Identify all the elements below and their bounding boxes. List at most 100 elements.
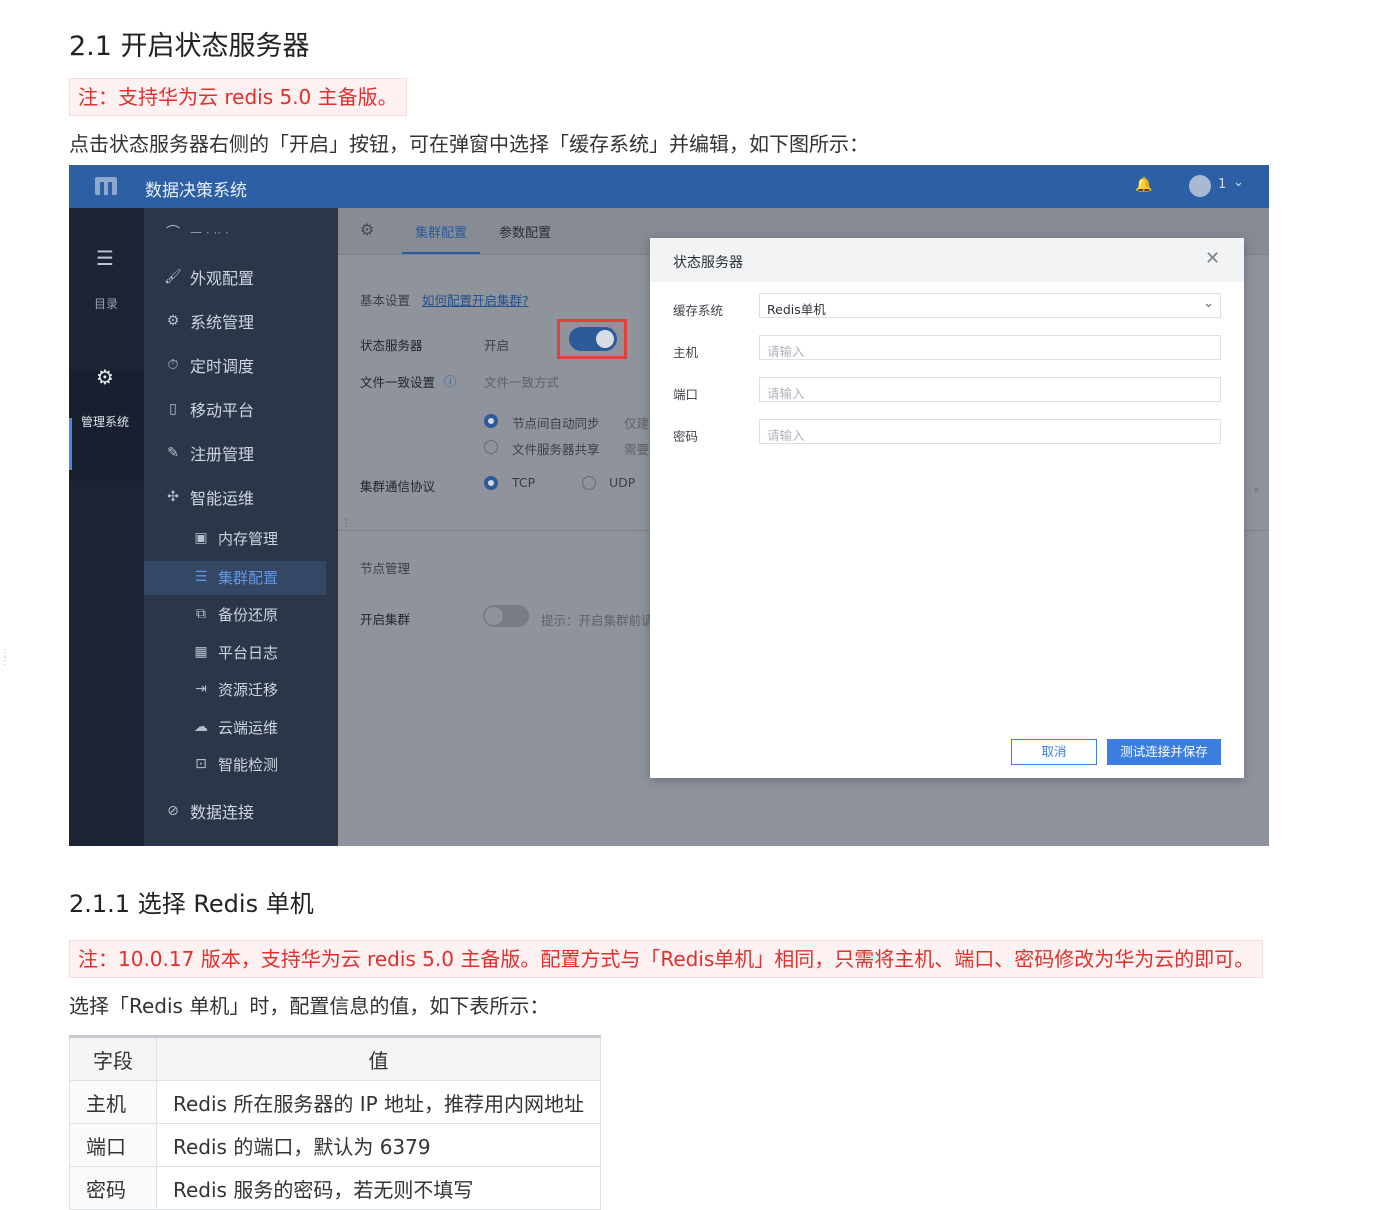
sidebar-item-appearance[interactable]: 🖌 外观配置 xyxy=(164,265,254,289)
memory-icon: ▣ xyxy=(194,530,208,546)
table-header-value: 值 xyxy=(155,1035,602,1081)
settings-icon: ⚙ xyxy=(166,313,180,329)
basic-settings-label: 基本设置 xyxy=(360,293,411,308)
app-logo-icon xyxy=(95,177,117,195)
sidebar-menu: 📌 ⌒一 · ·· · 🖌外观配置 ⚙系统管理 ⏱定时调度 ▯移动平台 ✎注册管… xyxy=(144,208,403,846)
table-header-field: 字段 xyxy=(69,1035,157,1081)
radio-udp[interactable] xyxy=(582,476,596,490)
host-input[interactable]: 请输入 xyxy=(759,335,1221,360)
app-header: 数据决策系统 🔔 1 ⌄ xyxy=(69,165,1269,208)
cluster-icon: ☰ xyxy=(194,569,208,585)
cloud-icon: ☁ xyxy=(194,719,208,735)
table-row: 端口 Redis 的端口，默认为 6379 xyxy=(69,1123,602,1167)
node-mgmt-label: 节点管理 xyxy=(360,561,411,576)
migrate-icon: ⇥ xyxy=(195,681,207,697)
radio-tcp[interactable] xyxy=(484,476,498,490)
port-input[interactable]: 请输入 xyxy=(759,377,1221,402)
sidebar-item-ops[interactable]: ✣ 智能运维 xyxy=(164,485,254,509)
table-row: 密码 Redis 服务的密码，若无则不填写 xyxy=(69,1166,602,1210)
enable-cluster-label: 开启集群 xyxy=(360,612,411,627)
paragraph-2: 选择「Redis 单机」时，配置信息的值，如下表所示： xyxy=(69,994,550,1018)
note-callout-2: 注：10.0.17 版本，支持华为云 redis 5.0 主备版。配置方式与「R… xyxy=(69,940,1264,978)
sidebar-item-mobile[interactable]: ▯ 移动平台 xyxy=(164,397,254,421)
bell-icon[interactable]: 🔔 xyxy=(1135,177,1152,193)
config-table: 字段 值 主机 Redis 所在服务器的 IP 地址，推荐用内网地址 端口 Re… xyxy=(69,1035,602,1210)
tcp-label[interactable]: TCP xyxy=(512,475,535,490)
left-rail: ☰ 目录 ⚙ 管理系统 xyxy=(69,208,144,846)
sidebar-item-detect[interactable]: ⊡ 智能检测 xyxy=(192,752,278,776)
sidebar-item-cut[interactable]: ⌒ 一 · ·· · xyxy=(164,220,229,244)
trailing-mark: 。 xyxy=(1254,479,1267,494)
test-and-save-button[interactable]: 测试连接并保存 xyxy=(1107,739,1221,765)
sidebar-item-log[interactable]: ▦ 平台日志 xyxy=(192,640,278,664)
table-row: 主机 Redis 所在服务器的 IP 地址，推荐用内网地址 xyxy=(69,1080,602,1124)
user-count[interactable]: 1 xyxy=(1218,177,1226,192)
file-mode-placeholder[interactable]: 文件一致方式 xyxy=(484,372,559,391)
gear-icon[interactable]: ⚙ xyxy=(96,365,114,389)
enable-cluster-toggle[interactable] xyxy=(483,605,529,627)
radio-share[interactable] xyxy=(484,440,498,454)
sidebar-item-cluster[interactable]: ☰ 集群配置 xyxy=(192,565,278,589)
state-server-value: 开启 xyxy=(484,338,510,353)
sidebar-item-migrate[interactable]: ⇥ 资源迁移 xyxy=(192,677,278,701)
file-consistency-label: 文件一致设置 xyxy=(360,375,436,390)
table-cell-value: Redis 所在服务器的 IP 地址，推荐用内网地址 xyxy=(155,1080,602,1124)
dialog-title: 状态服务器 xyxy=(673,255,743,271)
section-heading: 2.1 开启状态服务器 xyxy=(69,31,310,62)
host-label: 主机 xyxy=(673,345,699,360)
rail-catalog-label[interactable]: 目录 xyxy=(94,295,118,312)
table-cell-key: 端口 xyxy=(69,1123,157,1167)
state-server-label: 状态服务器 xyxy=(360,338,423,353)
drag-handle[interactable]: ⋮ xyxy=(341,518,351,529)
chevron-down-icon: ⌄ xyxy=(1203,296,1214,311)
info-icon[interactable]: ⓘ xyxy=(444,371,457,390)
backup-icon: ⧉ xyxy=(196,606,206,622)
sidebar-item-memory[interactable]: ▣ 内存管理 xyxy=(192,526,278,550)
option-share-hint: 需要 xyxy=(624,442,650,457)
table-header-row: 字段 值 xyxy=(69,1035,602,1081)
side-resize-handle[interactable]: ⋮ ⋮ xyxy=(0,649,10,667)
table-cell-key: 密码 xyxy=(69,1166,157,1210)
table-cell-value: Redis 服务的密码，若无则不填写 xyxy=(155,1166,602,1210)
sidebar-item-backup[interactable]: ⧉ 备份还原 xyxy=(192,602,278,626)
rail-manage-label[interactable]: 管理系统 xyxy=(81,413,129,430)
paragraph: 点击状态服务器右侧的「开启」按钮，可在弹窗中选择「缓存系统」并编辑，如下图所示： xyxy=(69,132,869,156)
how-to-link[interactable]: 如何配置开启集群? xyxy=(422,290,529,309)
udp-label[interactable]: UDP xyxy=(609,475,635,490)
sidebar-item-system[interactable]: ⚙ 系统管理 xyxy=(164,309,254,333)
cache-system-select[interactable]: Redis单机 ⌄ xyxy=(759,293,1221,318)
option-sync-hint: 仅建 xyxy=(624,416,650,431)
radio-sync[interactable] xyxy=(484,414,498,428)
password-input[interactable]: 请输入 xyxy=(759,419,1221,444)
sidebar-item-register[interactable]: ✎ 注册管理 xyxy=(164,441,254,465)
app-title: 数据决策系统 xyxy=(145,181,247,201)
table-cell-key: 主机 xyxy=(69,1080,157,1124)
chevron-down-icon[interactable]: ⌄ xyxy=(1233,175,1244,190)
network-icon: ✣ xyxy=(167,489,179,505)
embedded-screenshot: 数据决策系统 🔔 1 ⌄ ☰ 目录 ⚙ 管理系统 📌 ⌒一 · ·· · 🖌外观… xyxy=(69,165,1269,846)
tab-param-config[interactable]: 参数配置 xyxy=(499,222,551,241)
state-server-dialog: 状态服务器 ✕ 缓存系统 Redis单机 ⌄ 主机 请输入 端口 请输入 密码 … xyxy=(650,238,1244,778)
active-tab-underline xyxy=(402,252,480,254)
cancel-button[interactable]: 取消 xyxy=(1011,739,1097,765)
tab-cluster-config[interactable]: 集群配置 xyxy=(415,222,467,241)
table-cell-value: Redis 的端口，默认为 6379 xyxy=(155,1123,602,1167)
close-icon[interactable]: ✕ xyxy=(1205,248,1220,269)
port-label: 端口 xyxy=(673,387,699,402)
avatar[interactable] xyxy=(1189,175,1211,197)
option-share-label[interactable]: 文件服务器共享 xyxy=(512,439,600,458)
monitor-icon: ⊡ xyxy=(195,756,207,772)
enable-cluster-hint: 提示：开启集群前请 xyxy=(541,613,654,628)
timer-icon: ⏱ xyxy=(167,357,179,373)
calendar-icon: ▦ xyxy=(194,644,208,660)
highlight-box xyxy=(557,319,627,359)
sidebar-item-cloud[interactable]: ☁ 云端运维 xyxy=(192,715,278,739)
list-icon[interactable]: ☰ xyxy=(96,246,114,270)
option-sync-label[interactable]: 节点间自动同步 xyxy=(512,413,600,432)
paint-roller-icon: 🖌 xyxy=(164,269,182,285)
sidebar-item-data-connection[interactable]: ⊘ 数据连接 xyxy=(164,799,254,823)
paperclip-icon: ⊘ xyxy=(167,803,179,819)
subsection-heading: 2.1.1 选择 Redis 单机 xyxy=(69,890,314,918)
settings-gear-icon[interactable]: ⚙ xyxy=(360,220,374,239)
sidebar-item-schedule[interactable]: ⏱ 定时调度 xyxy=(164,353,254,377)
